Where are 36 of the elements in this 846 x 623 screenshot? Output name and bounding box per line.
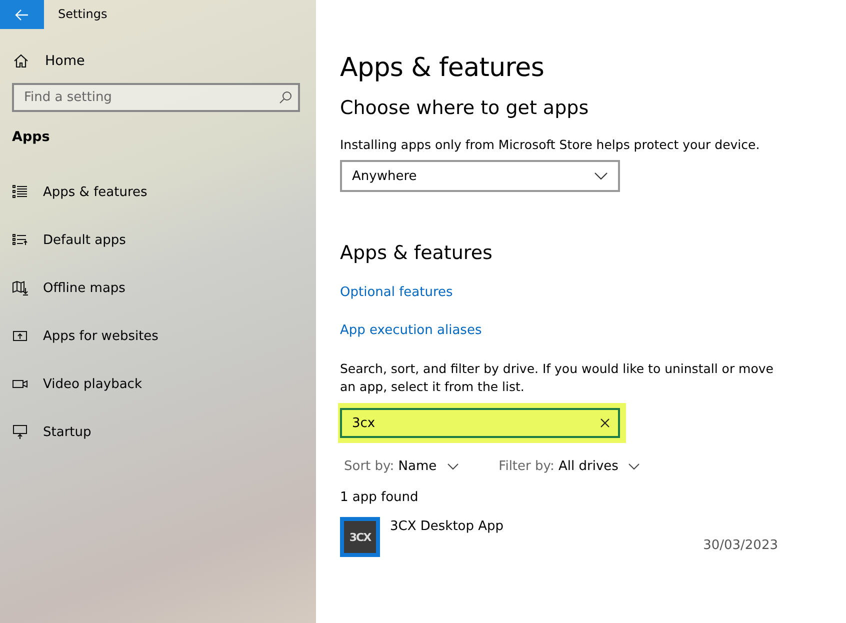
section-heading: Choose where to get apps (340, 97, 589, 119)
settings-link[interactable]: App execution aliases (340, 323, 482, 338)
chevron-icon (628, 463, 640, 470)
app-search-field[interactable]: 3cx (340, 408, 620, 438)
sidebar-item[interactable]: Offline maps (0, 264, 126, 312)
window-title: Settings (58, 6, 108, 20)
close-icon[interactable] (600, 418, 610, 428)
sidebar-item[interactable]: Startup (0, 408, 92, 456)
sidebar-item[interactable]: Apps & features (0, 168, 148, 216)
sort-dropdown[interactable]: Sort by: Name (340, 455, 463, 478)
settings-link[interactable]: Optional features (340, 285, 453, 300)
chevron-icon (594, 172, 608, 180)
app-name[interactable]: 3CX Desktop App (390, 519, 504, 538)
chevron-icon (446, 463, 459, 470)
section-heading: Apps (12, 129, 51, 145)
install-date: 30/03/2023 (703, 538, 778, 555)
filter-dropdown[interactable]: Filter by: All drives (494, 455, 644, 478)
sidebar-item[interactable]: Default apps (0, 216, 126, 264)
app-logo-icon: 3CX (340, 517, 380, 557)
description-text: Search, sort, and filter by drive. If you would like to uninstall or move an app, select it from the list. (340, 360, 774, 396)
sidebar-item[interactable]: Video playback (0, 360, 142, 408)
search-icon (279, 91, 292, 104)
map-icon (12, 280, 28, 296)
home-icon (13, 53, 29, 69)
section-heading: Apps & features (340, 242, 492, 264)
back-arrow-icon (15, 8, 29, 20)
list-arrow-icon (12, 232, 28, 248)
sidebar-item[interactable]: Apps for websites (0, 312, 158, 360)
result-count: 1 app found (340, 490, 418, 505)
description-text: Installing apps only from Microsoft Store helps protect your device. (340, 137, 760, 152)
home-link[interactable]: Home (45, 53, 85, 69)
page-title: Apps & features (340, 53, 544, 83)
monitor-arrow-icon (12, 424, 28, 440)
search-field[interactable]: Find a setting (12, 83, 300, 112)
list-icon (12, 184, 28, 200)
source-dropdown[interactable]: Anywhere (340, 160, 620, 192)
